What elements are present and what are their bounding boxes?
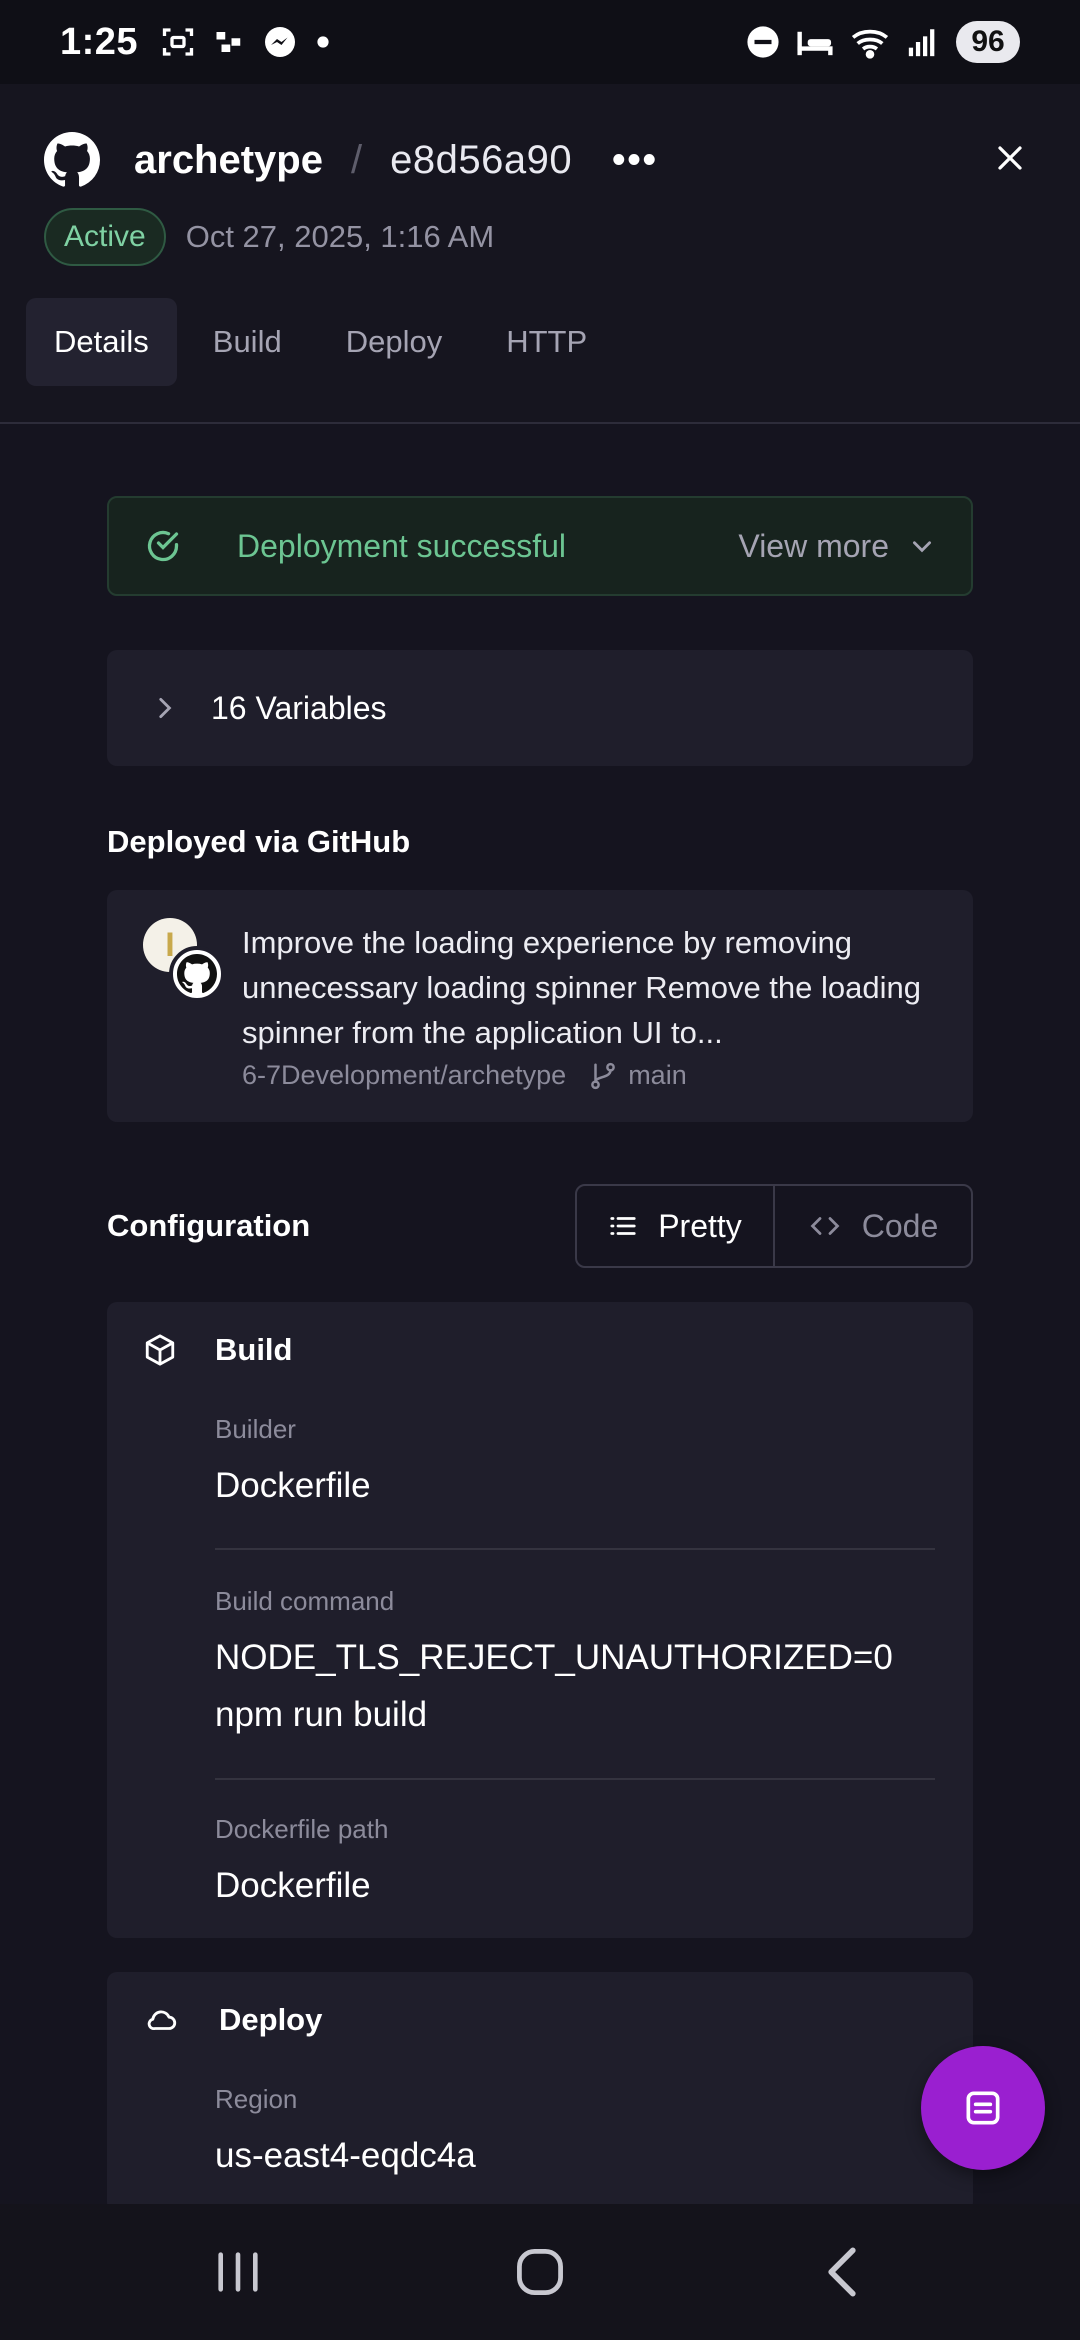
sleep-icon <box>797 31 833 56</box>
status-time: 1:25 <box>60 20 139 63</box>
code-view-button[interactable]: Code <box>775 1186 971 1266</box>
field-divider <box>215 1778 935 1780</box>
builder-value: Dockerfile <box>215 1466 371 1505</box>
build-section-title: Build <box>215 1332 293 1367</box>
tab-bar: Details Build Deploy HTTP <box>26 298 615 386</box>
configuration-title: Configuration <box>107 1208 311 1243</box>
build-config-card: Build Builder Dockerfile Build command N… <box>107 1302 973 1938</box>
view-mode-toggle: Pretty Code <box>575 1184 973 1268</box>
deployment-header: archetype / e8d56a90 ••• Active Oct 27, … <box>0 84 1080 424</box>
chevron-right-icon <box>159 697 172 719</box>
document-icon <box>966 2091 1000 2125</box>
messenger-icon <box>265 27 296 57</box>
dnd-icon <box>747 26 779 58</box>
region-value: us-east4-eqdc4a <box>215 2136 476 2175</box>
close-button[interactable] <box>980 128 1040 188</box>
activity-icon <box>216 32 241 52</box>
breadcrumb-separator: / <box>350 137 363 182</box>
package-icon <box>145 1334 175 1366</box>
region-field: Region us-east4-eqdc4a <box>215 2084 935 2184</box>
variables-toggle[interactable]: 16 Variables <box>107 650 973 766</box>
tab-http[interactable]: HTTP <box>478 298 615 386</box>
screenshot-icon <box>162 28 194 56</box>
builder-label: Builder <box>215 1414 296 1444</box>
pretty-view-button[interactable]: Pretty <box>577 1186 775 1266</box>
project-name[interactable]: archetype <box>134 138 323 183</box>
dockerfile-path-label: Dockerfile path <box>215 1814 389 1844</box>
feedback-fab-button[interactable] <box>921 2046 1045 2170</box>
header-divider <box>0 422 1080 424</box>
deploy-config-card: Deploy Region us-east4-eqdc4a <box>107 1972 973 2212</box>
home-icon <box>517 2249 563 2295</box>
system-nav-bar <box>0 2204 1080 2340</box>
build-command-label: Build command <box>215 1586 395 1616</box>
battery-level: 96 <box>956 21 1020 63</box>
cloud-icon <box>147 2010 177 2031</box>
back-button[interactable] <box>782 2204 902 2340</box>
deployment-status-text: Deployment successful <box>237 527 567 564</box>
deployment-date: Oct 27, 2025, 1:16 AM <box>185 219 495 254</box>
wifi-icon <box>851 29 889 59</box>
more-options-button[interactable]: ••• <box>612 139 658 182</box>
variables-label: 16 Variables <box>211 689 387 726</box>
build-command-value: NODE_TLS_REJECT_UNAUTHORIZED=0 npm run b… <box>215 1638 893 1734</box>
code-icon <box>810 1217 840 1235</box>
view-more-label: View more <box>738 527 889 564</box>
commit-id[interactable]: e8d56a90 <box>390 138 572 183</box>
tab-deploy[interactable]: Deploy <box>318 298 471 386</box>
signal-icon <box>908 29 935 57</box>
view-more-button[interactable]: View more <box>738 528 935 565</box>
commit-message: Improve the loading experience by removi… <box>242 925 921 1050</box>
recent-apps-button[interactable] <box>178 2204 298 2340</box>
region-label: Region <box>215 2084 298 2114</box>
list-icon <box>610 1217 636 1235</box>
deployed-via-title: Deployed via GitHub <box>107 824 411 859</box>
field-divider <box>215 1548 935 1550</box>
close-icon <box>998 146 1022 170</box>
repo-name[interactable]: 6-7Development/archetype <box>242 1060 566 1091</box>
dockerfile-path-value: Dockerfile <box>215 1866 371 1905</box>
dot-icon <box>317 36 329 48</box>
status-badge: Active <box>44 208 166 266</box>
code-label: Code <box>861 1207 939 1244</box>
back-icon <box>828 2247 856 2297</box>
deployment-status-banner: Deployment successful View more <box>107 496 973 596</box>
github-icon <box>44 132 100 187</box>
dockerfile-path-field: Dockerfile path Dockerfile <box>215 1814 935 1914</box>
deploy-section-title: Deploy <box>219 2002 323 2037</box>
tab-details[interactable]: Details <box>26 298 177 386</box>
home-button[interactable] <box>480 2204 600 2340</box>
check-circle-icon <box>147 530 179 562</box>
pretty-label: Pretty <box>658 1207 742 1244</box>
status-bar: 1:25 96 <box>0 0 1080 84</box>
avatar: I <box>143 918 227 1002</box>
commit-card[interactable]: I Improve the loading experience by remo… <box>107 890 973 1122</box>
recent-apps-icon <box>218 2252 258 2292</box>
chevron-down-icon <box>913 541 931 553</box>
github-avatar-icon <box>169 946 225 1002</box>
git-branch-icon <box>591 1062 616 1089</box>
branch-name[interactable]: main <box>628 1060 687 1091</box>
build-command-field: Build command NODE_TLS_REJECT_UNAUTHORIZ… <box>215 1586 935 1743</box>
builder-field: Builder Dockerfile <box>215 1414 935 1514</box>
tab-build[interactable]: Build <box>185 298 310 386</box>
